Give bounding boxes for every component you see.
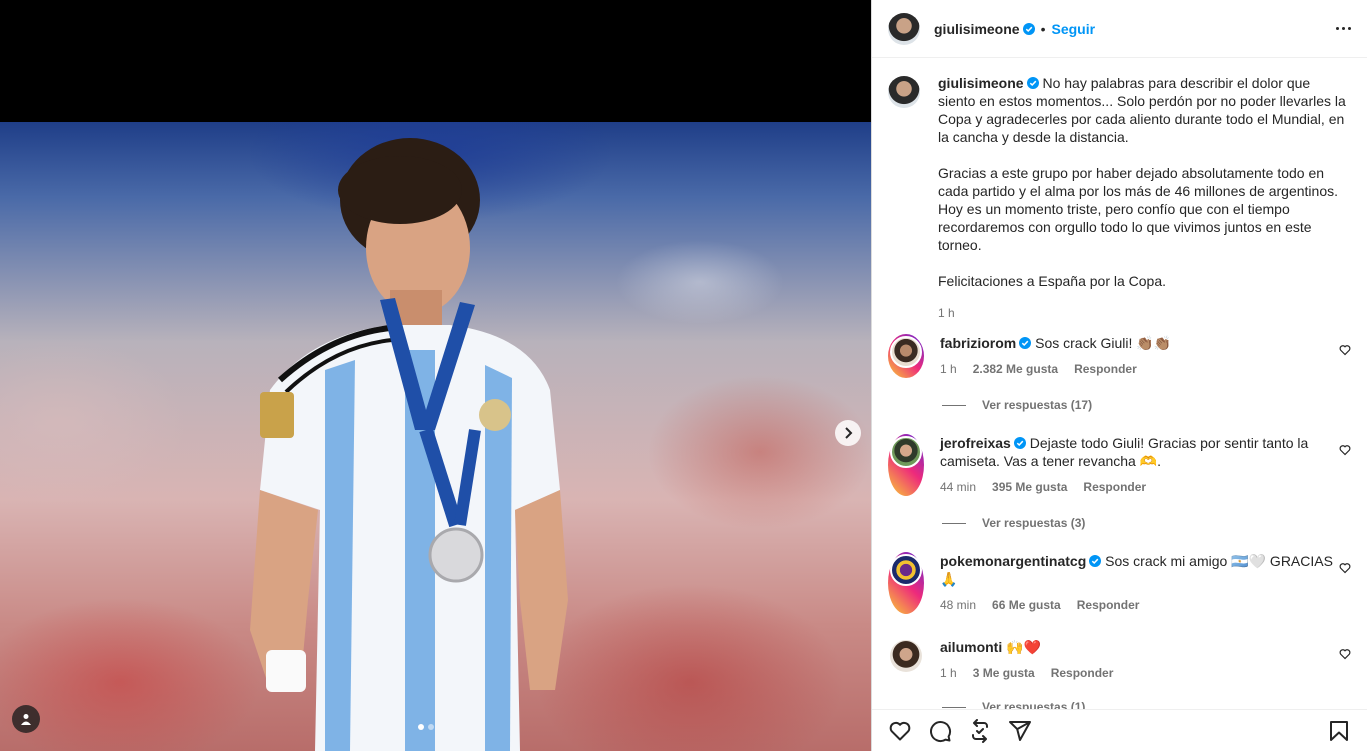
view-replies-label[interactable]: Ver respuestas (1) <box>982 700 1085 709</box>
commenter-avatar[interactable] <box>888 434 924 496</box>
heart-icon[interactable] <box>1339 344 1351 356</box>
comment-text: 🙌❤️ <box>1006 639 1041 655</box>
verified-icon <box>1013 437 1026 449</box>
caption-text-3: Felicitaciones a España por la Copa. <box>938 273 1167 289</box>
author-username[interactable]: giulisimeone <box>934 21 1020 37</box>
commenter-avatar[interactable] <box>888 638 924 682</box>
heart-icon[interactable] <box>1339 562 1351 574</box>
comment-username[interactable]: jerofreixas <box>940 435 1011 451</box>
reply-button[interactable]: Responder <box>1083 478 1146 496</box>
user-tag-button[interactable] <box>12 705 40 733</box>
save-icon[interactable] <box>1327 719 1351 743</box>
player-figure <box>250 138 568 751</box>
follow-button[interactable]: Seguir <box>1051 21 1095 37</box>
verified-icon <box>1089 555 1102 567</box>
post-header: giulisimeone • Seguir <box>872 0 1367 58</box>
view-replies-button[interactable]: Ver respuestas (17) <box>942 398 1092 412</box>
comment-icon[interactable] <box>928 719 952 743</box>
carousel-dots <box>418 724 434 730</box>
comment-time[interactable]: 48 min <box>940 596 976 614</box>
comment-likes[interactable]: 66 Me gusta <box>992 596 1061 614</box>
post-actions-bar <box>872 709 1367 751</box>
next-arrow-icon <box>845 427 853 439</box>
caption-username[interactable]: giulisimeone <box>938 75 1024 91</box>
repost-icon[interactable] <box>968 718 992 743</box>
comment-username[interactable]: pokemonargentinatcg <box>940 553 1086 569</box>
reply-button[interactable]: Responder <box>1077 596 1140 614</box>
post-media <box>0 0 871 751</box>
view-replies-button[interactable]: Ver respuestas (1) <box>942 700 1085 709</box>
verified-icon <box>1022 22 1035 35</box>
comment-username[interactable]: fabriziorom <box>940 335 1016 351</box>
commenter-avatar[interactable] <box>888 334 924 378</box>
caption-text-2: Gracias a este grupo por haber dejado ab… <box>938 165 1342 253</box>
comment-likes[interactable]: 395 Me gusta <box>992 478 1067 496</box>
comments-list[interactable]: giulisimeone No hay palabras para descri… <box>872 59 1367 709</box>
comment-likes[interactable]: 3 Me gusta <box>973 664 1035 682</box>
post-timestamp[interactable]: 1 h <box>938 304 955 322</box>
author-avatar[interactable] <box>888 76 920 108</box>
comment-item: fabriziorom Sos crack Giuli! 👏🏽👏🏽 1 h 2.3… <box>888 334 1351 378</box>
reply-button[interactable]: Responder <box>1074 360 1137 378</box>
separator-bullet: • <box>1040 20 1046 37</box>
comment-likes[interactable]: 2.382 Me gusta <box>973 360 1058 378</box>
commenter-avatar[interactable] <box>888 552 924 614</box>
comment-time[interactable]: 1 h <box>940 664 957 682</box>
comment-time[interactable]: 1 h <box>940 360 957 378</box>
author-avatar[interactable] <box>888 12 920 45</box>
verified-icon <box>1019 337 1032 349</box>
more-options-icon[interactable] <box>1336 27 1351 30</box>
post-caption: giulisimeone No hay palabras para descri… <box>888 59 1351 322</box>
comment-item: jerofreixas Dejaste todo Giuli! Gracias … <box>888 434 1351 496</box>
carousel-dot <box>418 724 424 730</box>
next-photo-button[interactable] <box>835 420 861 446</box>
view-replies-label[interactable]: Ver respuestas (3) <box>982 516 1085 530</box>
comment-time[interactable]: 44 min <box>940 478 976 496</box>
post-photo <box>0 122 871 751</box>
user-tag-icon <box>21 714 31 725</box>
view-replies-label[interactable]: Ver respuestas (17) <box>982 398 1092 412</box>
verified-icon <box>1026 77 1039 89</box>
post-sidebar: giulisimeone • Seguir giulisimeone No ha… <box>871 0 1367 751</box>
heart-icon[interactable] <box>1339 444 1351 456</box>
comment-text: Sos crack Giuli! 👏🏽👏🏽 <box>1035 335 1172 351</box>
share-icon[interactable] <box>1008 719 1032 743</box>
view-replies-button[interactable]: Ver respuestas (3) <box>942 516 1085 530</box>
reply-button[interactable]: Responder <box>1051 664 1114 682</box>
carousel-dot <box>428 724 434 730</box>
heart-icon[interactable] <box>888 719 912 743</box>
heart-icon[interactable] <box>1339 648 1351 660</box>
comment-item: pokemonargentinatcg Sos crack mi amigo 🇦… <box>888 552 1351 614</box>
comment-username[interactable]: ailumonti <box>940 639 1002 655</box>
comment-item: ailumonti 🙌❤️ 1 h 3 Me gusta Responder <box>888 638 1351 682</box>
